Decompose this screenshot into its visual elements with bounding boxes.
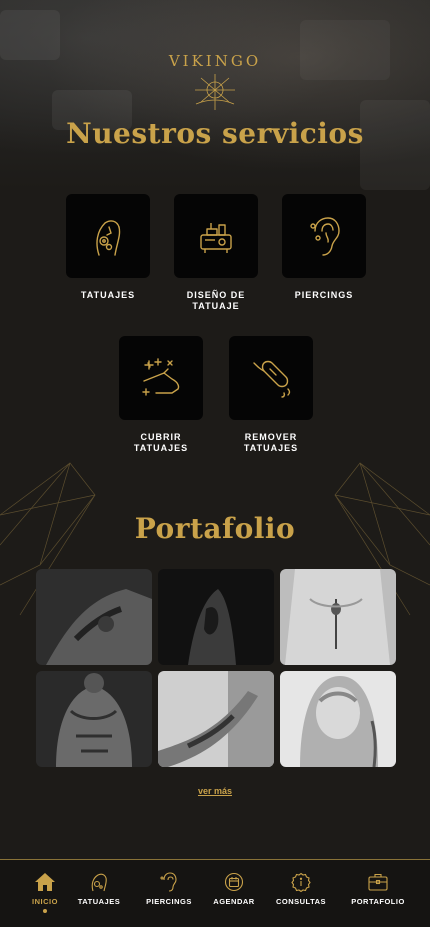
services-title: Nuestros servicios <box>66 117 364 150</box>
service-label: TATUAJES <box>80 290 136 300</box>
ear-piercing-icon <box>310 217 340 256</box>
portfolio-photo[interactable] <box>280 569 396 665</box>
portfolio-photo[interactable] <box>36 671 152 767</box>
portfolio-photo[interactable] <box>36 569 152 665</box>
service-label: REMOVER TATUAJES <box>243 432 299 453</box>
nav-item-tatuajes[interactable]: TATUAJES <box>64 872 134 906</box>
portfolio-photo[interactable] <box>158 671 274 767</box>
bottom-nav: INICIO TATUAJES PIERCINGS AGENDAR CONSUL… <box>0 859 430 927</box>
see-more-link[interactable]: ver más <box>198 786 232 796</box>
tattoo-icon <box>91 873 107 892</box>
service-cubrir-tatuajes[interactable]: CUBRIR TATUAJES <box>119 336 203 454</box>
nav-label: TATUAJES <box>77 897 121 906</box>
service-remover-tatuajes[interactable]: REMOVER TATUAJES <box>229 336 313 454</box>
portfolio-photo[interactable] <box>280 671 396 767</box>
tattoo-arm-icon <box>96 220 121 256</box>
portfolio-photo[interactable] <box>158 569 274 665</box>
service-label: PIERCINGS <box>294 290 354 300</box>
tattoo-machine-icon <box>200 223 232 253</box>
active-indicator <box>43 909 47 913</box>
portfolio-title: Portafolio <box>134 512 296 545</box>
nav-item-agendar[interactable]: AGENDAR <box>199 872 269 906</box>
ear-icon <box>160 872 177 892</box>
nav-item-portafolio[interactable]: PORTAFOLIO <box>343 872 413 906</box>
service-piercings[interactable]: PIERCINGS <box>282 194 366 301</box>
laser-removal-icon <box>253 360 291 398</box>
brand-logo[interactable]: VIKINGO <box>0 52 430 112</box>
compass-logo-icon <box>195 74 235 110</box>
see-more: ver más <box>0 781 430 799</box>
calendar-badge-icon <box>224 872 244 892</box>
nav-item-piercings[interactable]: PIERCINGS <box>134 872 204 906</box>
service-diseno-de-tatuaje[interactable]: DISEÑO DE TATUAJE <box>174 194 258 312</box>
service-tatuajes[interactable]: TATUAJES <box>66 194 150 301</box>
brand-name: VIKINGO <box>168 52 262 70</box>
service-label: CUBRIR TATUAJES <box>133 432 189 453</box>
service-label: DISEÑO DE TATUAJE <box>186 290 246 311</box>
nav-label: AGENDAR <box>213 897 255 906</box>
nav-label: PORTAFOLIO <box>351 897 405 906</box>
nav-item-consultas[interactable]: CONSULTAS <box>266 872 336 906</box>
home-icon <box>35 873 55 891</box>
info-badge-icon <box>291 872 311 892</box>
cover-tattoo-hand-icon <box>142 358 180 396</box>
nav-label: CONSULTAS <box>275 897 327 906</box>
briefcase-icon <box>368 873 388 891</box>
nav-label: PIERCINGS <box>146 897 192 906</box>
